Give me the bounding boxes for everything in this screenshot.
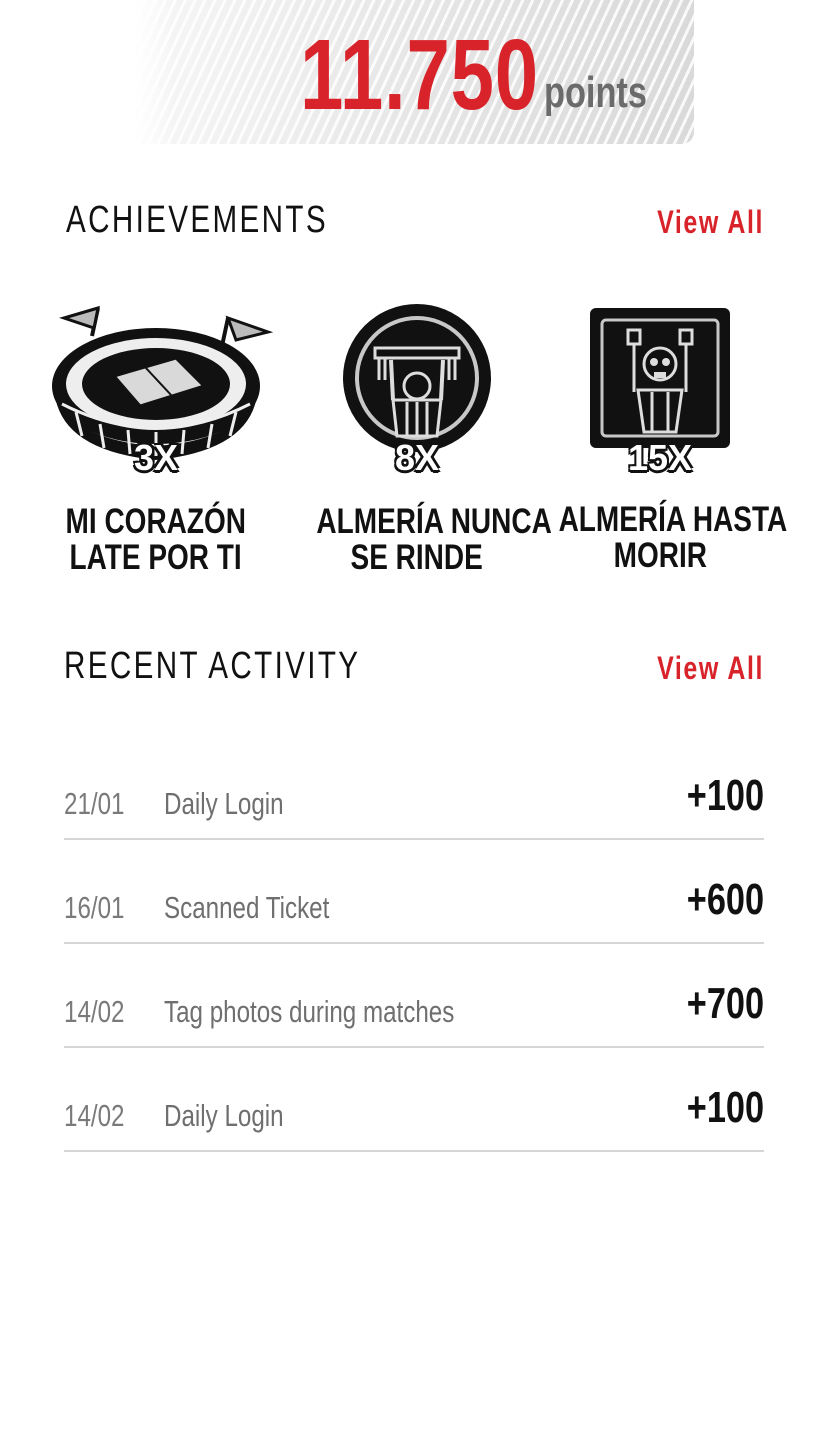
achievement-card-2[interactable]: 8X ALMERÍA NUNCA SE RINDE bbox=[297, 300, 552, 590]
activity-points: +100 bbox=[686, 771, 764, 820]
achievements-title: ACHIEVEMENTS bbox=[66, 199, 328, 241]
achievement-card-3[interactable]: 15X ALMERÍA HASTA MORIR bbox=[540, 300, 787, 590]
recent-activity-title: RECENT ACTIVITY bbox=[64, 645, 361, 687]
achievements-view-all-link[interactable]: View All bbox=[627, 202, 764, 242]
activity-date: 14/02 bbox=[64, 1098, 125, 1133]
achievement-count: 8X bbox=[394, 437, 440, 478]
activity-row[interactable]: 14/02 Daily Login +100 bbox=[64, 1048, 764, 1152]
activity-row[interactable]: 21/01 Daily Login +100 bbox=[64, 736, 764, 840]
points-label: points bbox=[544, 68, 647, 117]
activity-description: Tag photos during matches bbox=[164, 994, 455, 1029]
activity-description: Daily Login bbox=[164, 786, 284, 821]
achievement-card-1[interactable]: 3X MI CORAZÓN LATE POR TI bbox=[36, 300, 276, 590]
achievement-count: 3X bbox=[133, 437, 179, 478]
achievement-title: MI CORAZÓN LATE POR TI bbox=[65, 502, 247, 577]
activity-row[interactable]: 14/02 Tag photos during matches +700 bbox=[64, 944, 764, 1048]
activity-points: +600 bbox=[686, 875, 764, 924]
activity-date: 16/01 bbox=[64, 890, 125, 925]
activity-points: +700 bbox=[686, 979, 764, 1028]
activity-date: 14/02 bbox=[64, 994, 125, 1029]
points-card: 11.750 points bbox=[134, 0, 694, 144]
activity-description: Daily Login bbox=[164, 1098, 284, 1133]
activity-row[interactable]: 16/01 Scanned Ticket +600 bbox=[64, 840, 764, 944]
achievement-count: 15X bbox=[627, 437, 693, 478]
activity-points: +100 bbox=[686, 1083, 764, 1132]
activity-description: Scanned Ticket bbox=[164, 890, 330, 925]
activity-view-all-link[interactable]: View All bbox=[627, 648, 764, 688]
activity-date: 21/01 bbox=[64, 786, 125, 821]
achievement-title: ALMERÍA NUNCA SE RINDE bbox=[316, 502, 552, 577]
achievement-title: ALMERÍA HASTA MORIR bbox=[558, 500, 788, 575]
